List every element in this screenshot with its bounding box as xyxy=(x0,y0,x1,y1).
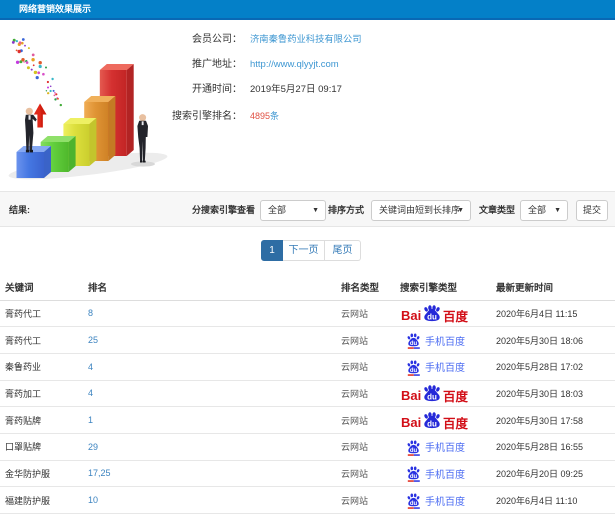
svg-text:du: du xyxy=(410,501,418,507)
svg-text:百度: 百度 xyxy=(443,416,468,431)
svg-text:du: du xyxy=(410,448,418,454)
svg-text:Bai: Bai xyxy=(401,308,421,323)
svg-text:Bai: Bai xyxy=(401,388,421,403)
svg-text:du: du xyxy=(410,341,418,347)
svg-text:du: du xyxy=(427,393,437,402)
svg-text:du: du xyxy=(410,474,418,480)
svg-text:百度: 百度 xyxy=(443,309,468,324)
svg-text:du: du xyxy=(427,313,437,322)
svg-text:du: du xyxy=(427,420,437,429)
svg-text:百度: 百度 xyxy=(443,389,468,404)
svg-text:du: du xyxy=(410,368,418,374)
svg-text:Bai: Bai xyxy=(401,415,421,430)
